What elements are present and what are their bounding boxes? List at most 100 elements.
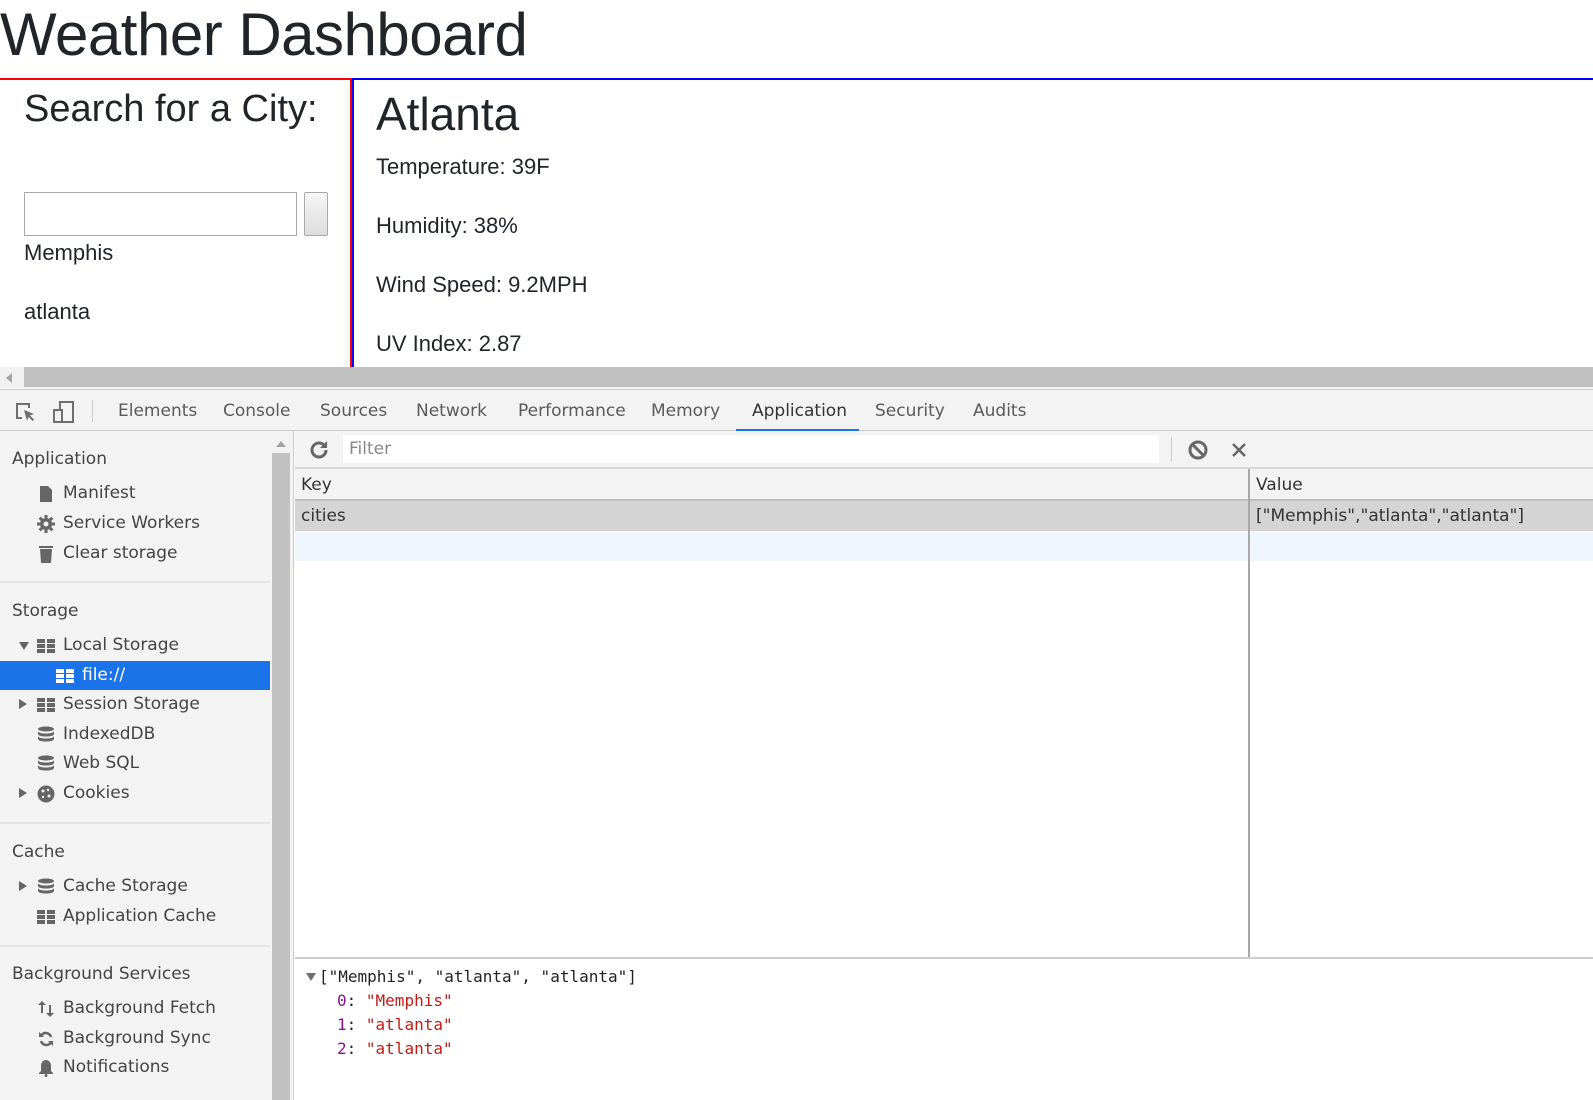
tab-application[interactable]: Application [736,390,859,431]
sidebar-divider [0,822,270,824]
entry-value: "Memphis" [365,991,453,1010]
preview-summary[interactable]: ["Memphis", "atlanta", "atlanta"] [319,965,637,989]
collapse-triangle-icon[interactable] [19,788,27,798]
sidebar-scrollbar[interactable] [270,431,292,1100]
sidebar-item-label: Background Sync [63,1028,211,1048]
tab-audits[interactable]: Audits [965,390,1034,431]
browser-window: Weather Dashboard Search for a City: Mem… [0,0,1593,1100]
scrollbar-thumb[interactable] [24,367,1593,387]
filter-input[interactable] [343,435,1159,463]
sidebar-item-label: IndexedDB [63,724,156,744]
sidebar-item-background-sync[interactable]: Background Sync [0,1024,270,1053]
entry-value: "atlanta" [365,1039,453,1058]
file-icon [37,484,55,502]
page-title: Weather Dashboard [0,1,528,68]
device-toolbar-icon[interactable] [52,400,76,424]
tab-performance[interactable]: Performance [510,390,634,431]
devtools-panel: Elements Console Sources Network Perform… [0,389,1593,1100]
sidebar-item-service-workers[interactable]: Service Workers [0,509,270,538]
sidebar-item-label: Application Cache [63,906,217,926]
sidebar-item-session-storage[interactable]: Session Storage [0,690,270,719]
tab-network[interactable]: Network [408,390,495,431]
expand-triangle-icon[interactable] [19,642,29,650]
application-sidebar: Application Manifest Service Workers Cle… [0,431,294,1100]
preview-entry: 0: "Memphis" [337,991,453,1010]
column-resizer[interactable] [1248,469,1250,959]
sidebar-item-label: file:// [82,665,126,685]
tab-console[interactable]: Console [215,390,299,431]
storage-toolbar [295,431,1593,469]
sidebar-item-cookies[interactable]: Cookies [0,779,270,808]
history-item-atlanta[interactable]: atlanta [24,297,90,327]
sidebar-item-local-storage[interactable]: Local Storage [0,631,270,660]
row-value-cell[interactable]: ["Memphis","atlanta","atlanta"] [1250,501,1524,531]
sidebar-item-background-fetch[interactable]: Background Fetch [0,994,270,1023]
delete-selected-icon[interactable] [1227,438,1251,462]
toolbar-divider [92,400,93,422]
history-item-memphis[interactable]: Memphis [24,238,113,268]
clear-all-icon[interactable] [1186,438,1210,462]
sidebar-item-manifest[interactable]: Manifest [0,479,270,508]
column-header-value[interactable]: Value [1250,469,1303,499]
sidebar-item-label: Clear storage [63,543,178,563]
sidebar-item-label: Local Storage [63,635,179,655]
table-grid-icon [37,695,55,713]
sidebar-item-label: Cookies [63,783,130,803]
sidebar-item-web-sql[interactable]: Web SQL [0,749,270,778]
tab-memory[interactable]: Memory [643,390,728,431]
sidebar-divider [0,581,270,583]
table-row-empty[interactable] [295,531,1593,561]
sidebar-item-label: Web SQL [63,753,140,773]
collapse-triangle-icon[interactable] [19,881,27,891]
city-search-input[interactable] [24,192,297,236]
gear-icon [37,514,55,533]
storage-table: Key Value cities ["Memphis","atlanta","a… [295,469,1593,959]
current-weather-panel: Atlanta Temperature: 39F Humidity: 38% W… [352,78,1593,367]
search-button[interactable] [304,192,328,236]
sidebar-item-clear-storage[interactable]: Clear storage [0,539,270,568]
wind-speed-text: Wind Speed: 9.2MPH [376,272,588,297]
database-icon [37,754,55,772]
section-storage: Storage [12,601,79,621]
table-row[interactable]: cities ["Memphis","atlanta","atlanta"] [295,501,1593,531]
database-icon [37,725,55,743]
tab-elements[interactable]: Elements [110,390,205,431]
up-down-arrows-icon [37,999,55,1017]
temperature-text: Temperature: 39F [376,154,550,179]
sidebar-item-label: Manifest [63,483,136,503]
refresh-icon[interactable] [307,438,331,462]
section-cache: Cache [12,842,65,862]
sidebar-scrollbar-thumb[interactable] [272,453,290,1100]
sidebar-item-label: Cache Storage [63,876,188,896]
sidebar-item-application-cache[interactable]: Application Cache [0,902,270,931]
sync-icon [37,1029,55,1047]
tab-sources[interactable]: Sources [312,390,395,431]
collapse-triangle-icon[interactable] [19,699,27,709]
sidebar-item-notifications[interactable]: Notifications [0,1053,270,1082]
scroll-up-arrow-icon[interactable] [276,441,286,447]
expand-triangle-icon[interactable] [306,973,316,981]
humidity-text: Humidity: 38% [376,213,518,238]
database-icon [37,877,55,895]
column-header-key[interactable]: Key [295,469,332,499]
sidebar-item-local-storage-file[interactable]: file:// [0,661,270,690]
sidebar-item-indexeddb[interactable]: IndexedDB [0,720,270,749]
search-panel: Search for a City: Memphis atlanta [0,78,352,367]
sidebar-item-label: Background Fetch [63,998,216,1018]
scroll-left-arrow-icon[interactable] [6,373,12,383]
entry-index: 0 [337,991,347,1010]
current-city-name: Atlanta [376,88,520,140]
inspect-element-icon[interactable] [13,400,37,424]
row-key-cell[interactable]: cities [295,501,346,531]
preview-entry: 2: "atlanta" [337,1039,453,1058]
sidebar-item-label: Session Storage [63,694,200,714]
tab-security[interactable]: Security [867,390,953,431]
table-bottom-divider[interactable] [295,957,1593,959]
table-header: Key Value [295,469,1593,501]
sidebar-item-cache-storage[interactable]: Cache Storage [0,872,270,901]
table-grid-icon [56,666,74,684]
entry-index: 2 [337,1039,347,1058]
bell-icon [37,1058,55,1077]
table-grid-icon [37,636,55,654]
horizontal-scrollbar[interactable] [0,367,1593,389]
